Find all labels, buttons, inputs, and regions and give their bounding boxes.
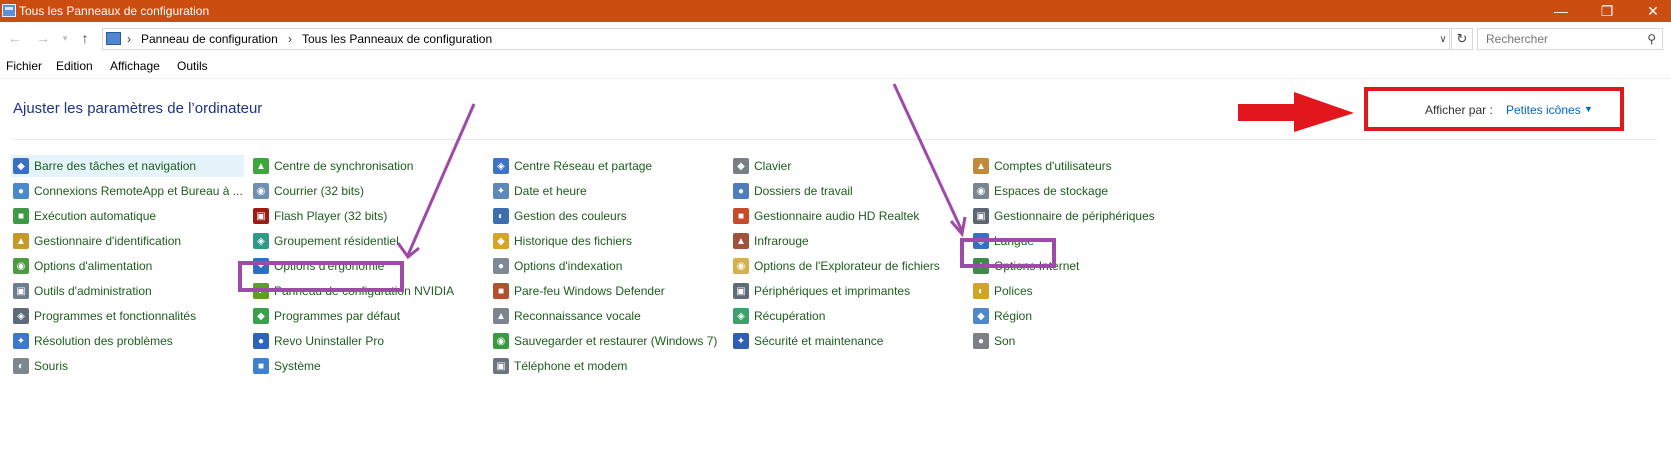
purple-arrow-left — [406, 103, 476, 256]
purple-arrow-right — [892, 83, 964, 232]
highlight-box-langue — [960, 238, 1056, 268]
red-arrow — [1238, 92, 1354, 132]
highlight-box-ergonomie — [238, 261, 404, 292]
highlight-box-view-by — [1364, 87, 1624, 131]
annotation-overlay — [238, 83, 1624, 292]
purple-arrow-left-head — [396, 242, 420, 260]
